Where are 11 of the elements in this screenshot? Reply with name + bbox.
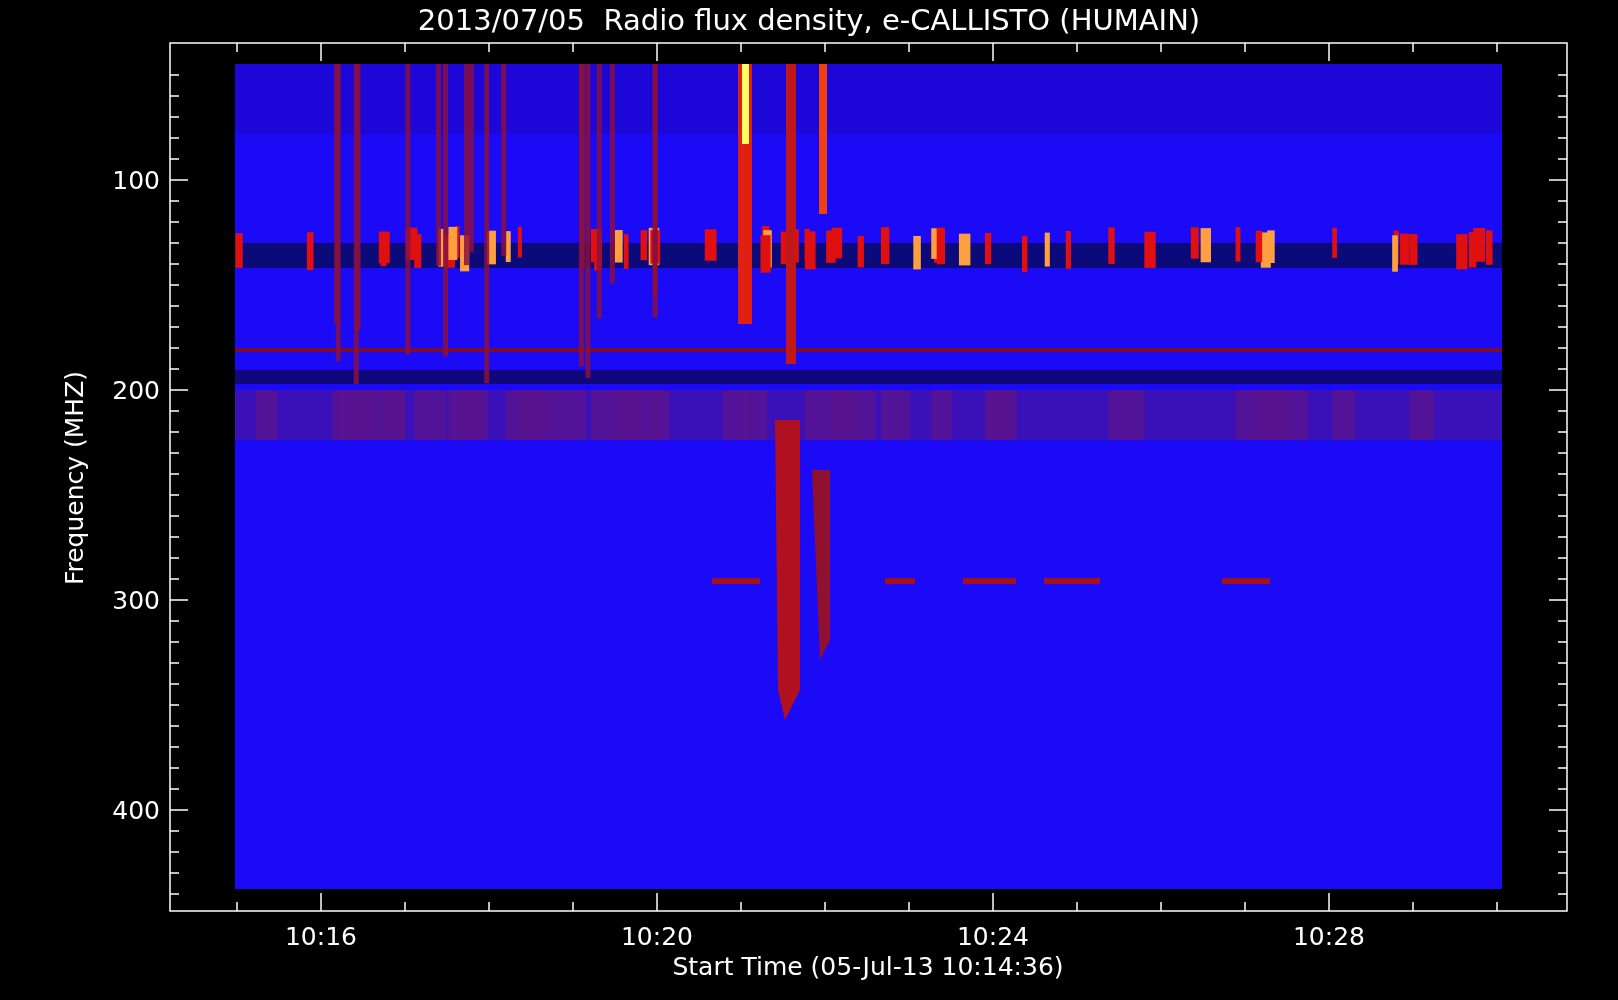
chart-title: 2013/07/05 Radio flux density, e-CALLISTO (HUMAIN): [417, 3, 1201, 37]
y-tick-label: 100: [112, 166, 160, 195]
x-tick-label: 10:28: [1293, 922, 1365, 951]
x-axis-title: Start Time (05-Jul-13 10:14:36): [672, 952, 1064, 981]
y-tick-label: 300: [112, 586, 160, 615]
x-tick-label: 10:20: [621, 922, 693, 951]
x-tick-label: 10:16: [285, 922, 357, 951]
y-tick-label: 400: [112, 796, 160, 825]
y-axis-title: Frequency (MHZ): [60, 370, 89, 586]
x-tick-label: 10:24: [957, 922, 1029, 951]
y-tick-label: 200: [112, 376, 160, 405]
